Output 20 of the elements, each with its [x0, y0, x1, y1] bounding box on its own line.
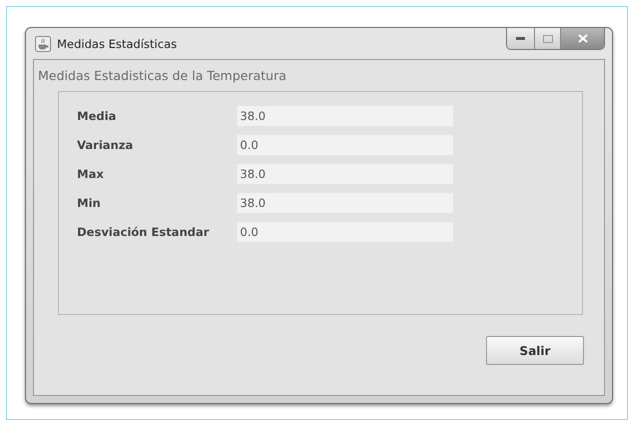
window-title: Medidas Estadísticas — [57, 36, 178, 50]
minimize-button[interactable] — [507, 28, 534, 49]
field-label: Varianza — [77, 138, 134, 152]
value-field[interactable]: 0.0 — [237, 222, 453, 242]
exit-button[interactable]: Salir — [486, 336, 584, 365]
close-button[interactable] — [560, 28, 604, 49]
section-title: Medidas Estadisticas de la Temperatura — [38, 68, 288, 83]
close-icon — [578, 34, 588, 43]
field-label: Desviación Estandar — [77, 225, 210, 239]
minimize-icon — [516, 37, 525, 40]
maximize-icon — [542, 34, 552, 42]
value-field[interactable]: 0.0 — [237, 135, 453, 155]
value-field[interactable]: 38.0 — [237, 164, 453, 184]
field-label: Min — [77, 196, 102, 210]
value-field[interactable]: 38.0 — [237, 193, 453, 213]
value-field[interactable]: 38.0 — [237, 106, 453, 126]
field-label: Media — [77, 109, 118, 123]
java-cup-icon — [35, 36, 51, 52]
field-label: Max — [77, 167, 105, 181]
maximize-button[interactable] — [534, 28, 560, 49]
